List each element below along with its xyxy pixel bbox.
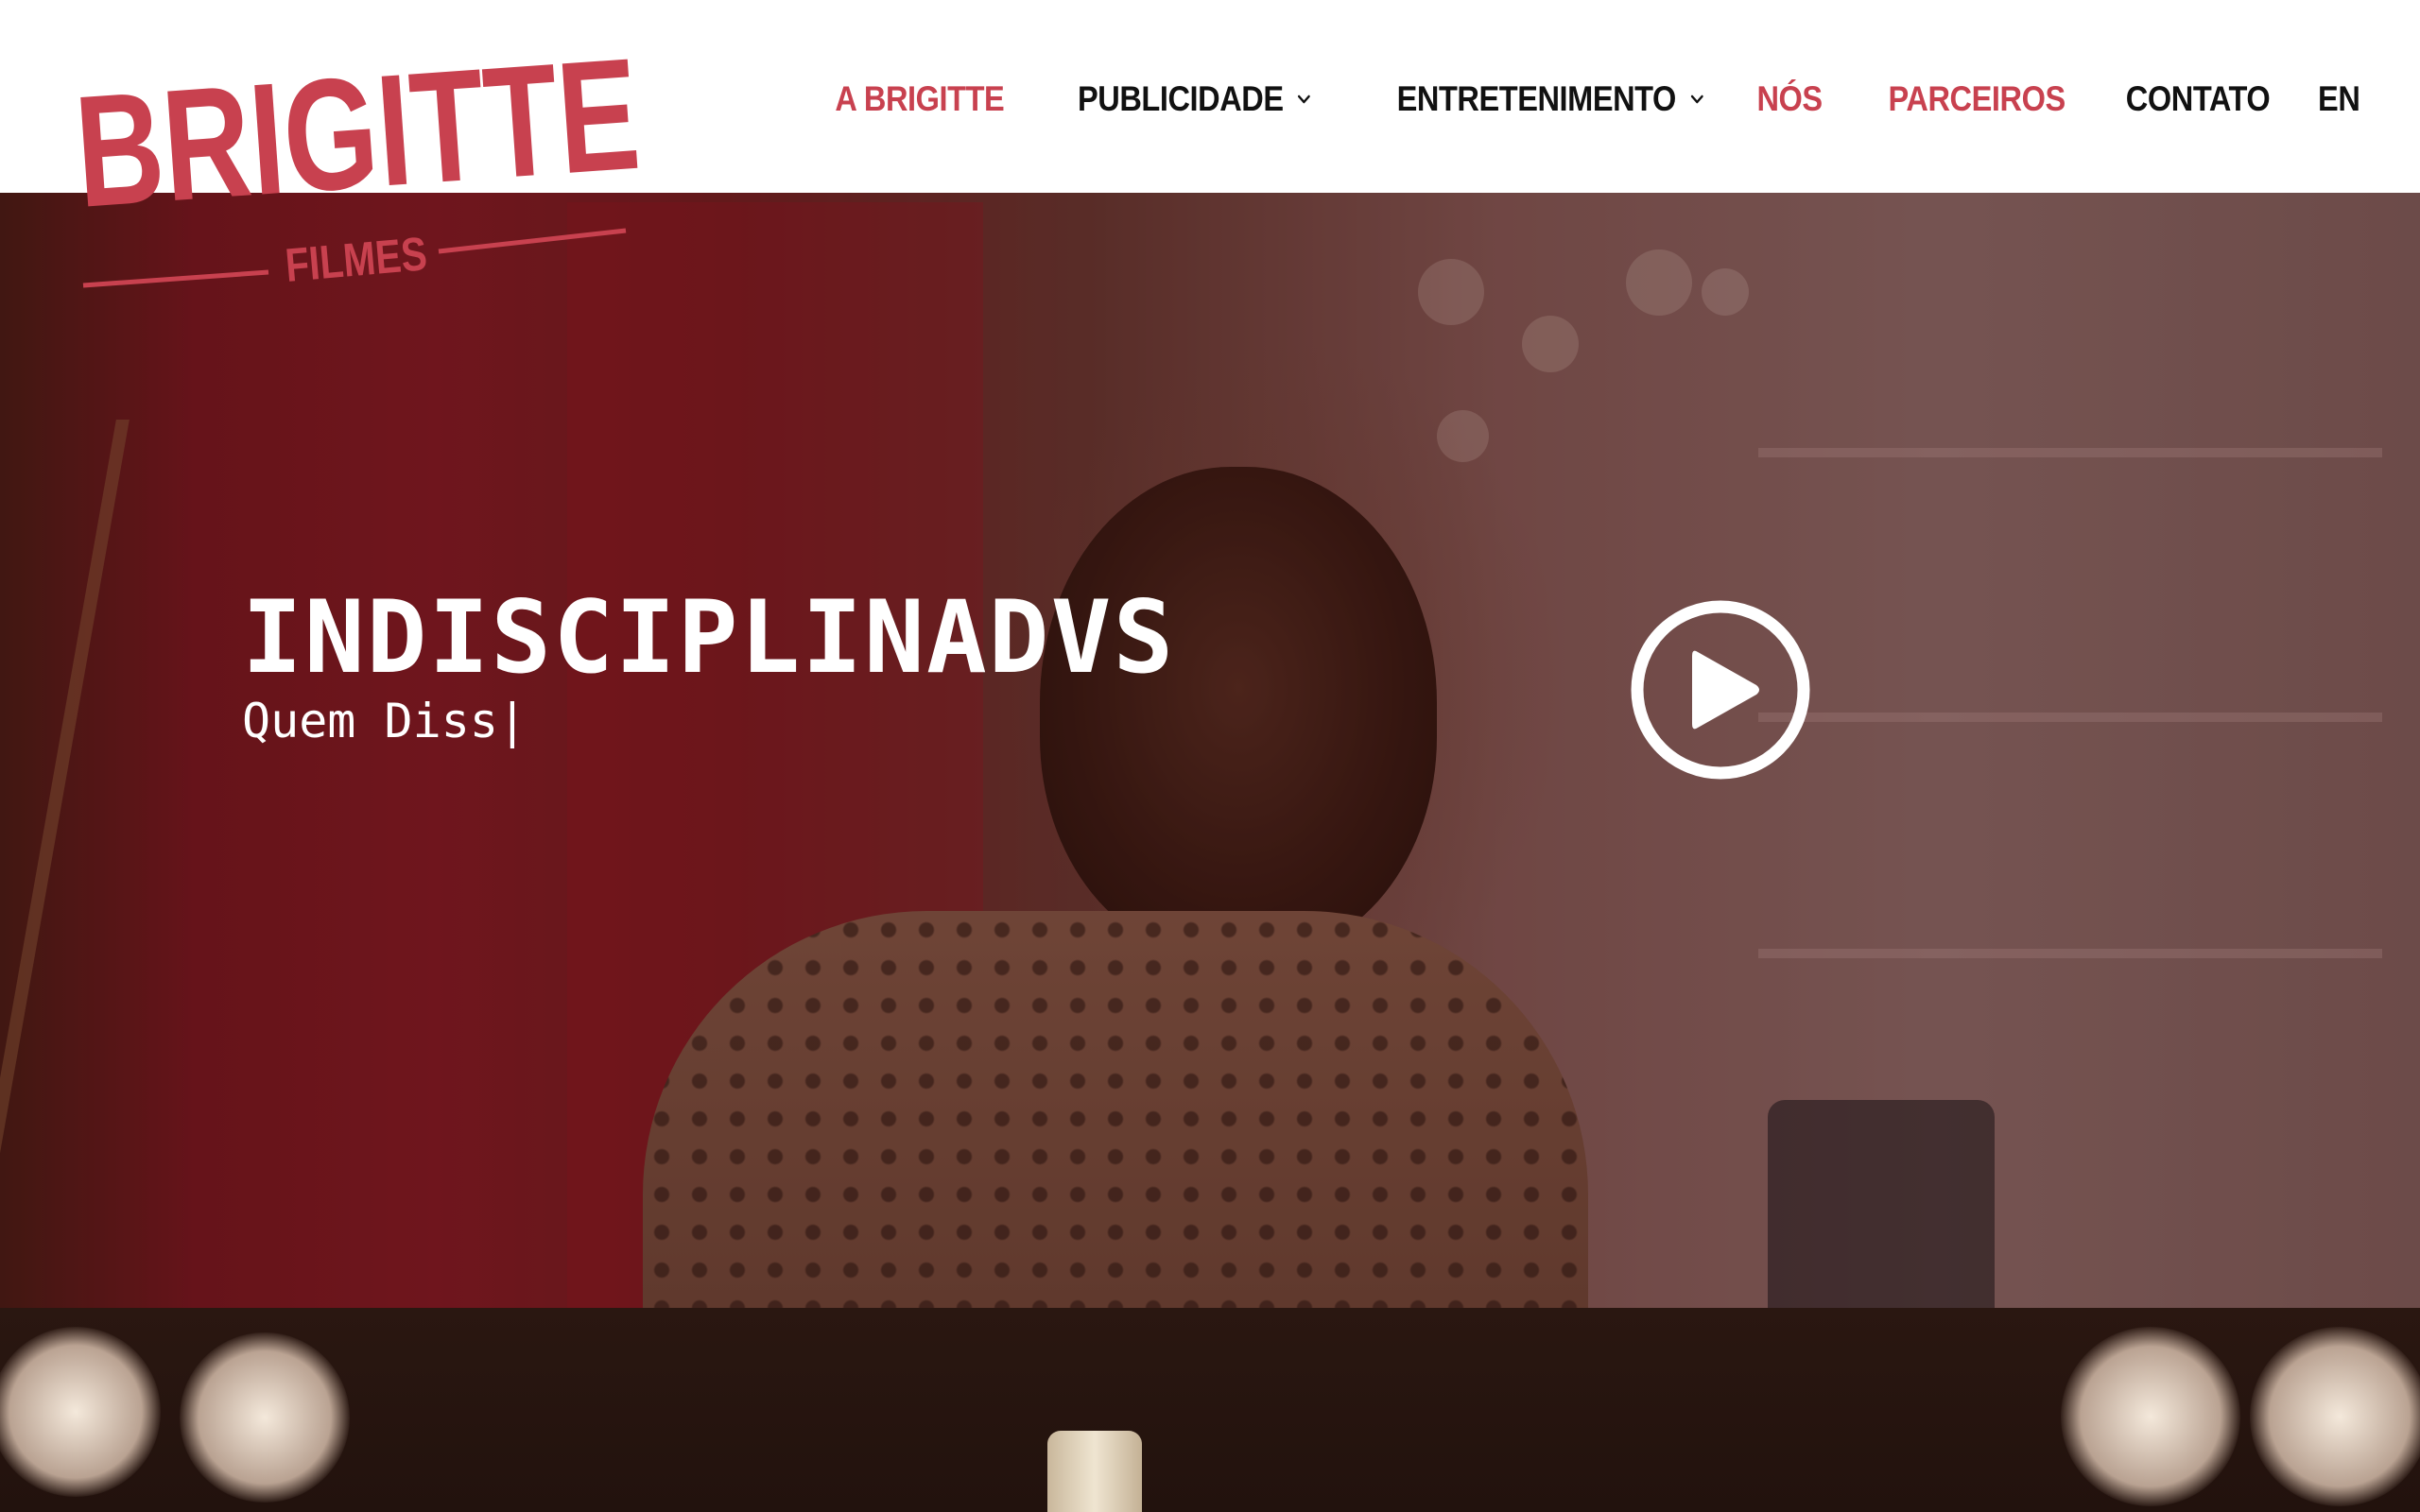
hero-subtitle: Quem Diss| [242,694,527,748]
stage-light [2061,1327,2240,1506]
nav-item-label: NÓS [1756,79,1823,118]
brand-logo[interactable]: BRIGITTE FILMES [68,28,654,302]
play-circle-icon [1631,600,1810,780]
bottle-image [1047,1431,1142,1512]
nav-item-nos[interactable]: NÓS [1756,79,1823,119]
hero-video-section: INDISCIPLINADVS Quem Diss| [0,193,2420,1308]
logo-wordmark: BRIGITTE [70,28,645,241]
nav-item-a-brigitte[interactable]: A BRIGITTE [835,79,1004,119]
stage-light [0,1327,161,1497]
play-video-button[interactable] [1630,599,1811,781]
nav-item-label: PUBLICIDADE [1077,79,1284,118]
language-switch-en[interactable]: EN [2318,79,2360,119]
hero-text-block: INDISCIPLINADVS Quem Diss| [242,579,1176,748]
nav-item-parceiros[interactable]: PARCEIROS [1888,79,2066,119]
nav-item-publicidade[interactable]: PUBLICIDADE [1078,79,1313,119]
nav-item-label: PARCEIROS [1888,79,2066,118]
hero-overlay [0,193,2420,1308]
hero-title: INDISCIPLINADVS [242,579,1176,696]
next-video-section [0,1308,2420,1512]
stage-light [180,1332,350,1503]
chevron-down-icon [1688,89,1706,110]
stage-light [2250,1327,2420,1506]
nav-item-contato[interactable]: CONTATO [2126,79,2271,119]
nav-item-label: A BRIGITTE [835,79,1004,118]
nav-item-label: CONTATO [2126,79,2271,118]
chevron-down-icon [1295,89,1313,110]
brigitte-filmes-logo: BRIGITTE FILMES [70,28,645,292]
nav-item-label: EN [2317,79,2360,118]
nav-item-label: ENTRETENIMENTO [1396,79,1677,118]
logo-subtitle: FILMES [284,227,429,292]
main-nav: A BRIGITTE PUBLICIDADE ENTRETENIMENTO NÓ… [770,76,2360,123]
nav-item-entretenimento[interactable]: ENTRETENIMENTO [1397,79,1706,119]
